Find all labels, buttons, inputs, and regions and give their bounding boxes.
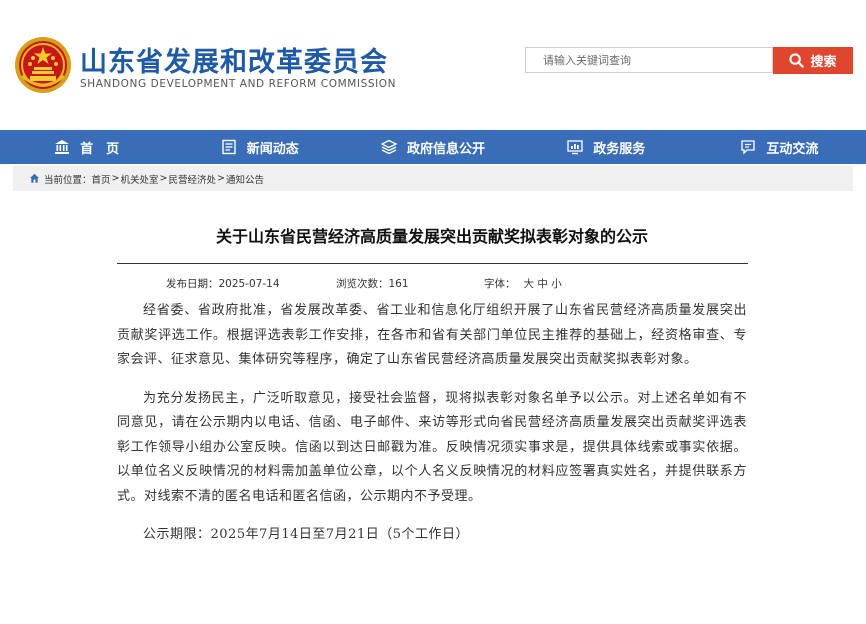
breadcrumb-item-offices[interactable]: 机关处室 — [121, 172, 159, 186]
view-count: 浏览次数：161 — [336, 276, 409, 291]
site-title: 山东省发展和改革委员会 — [80, 47, 388, 78]
breadcrumb-separator: > — [217, 173, 225, 184]
main-nav: 首 页 新闻动态 政府信息公开 政务服务 互动交流 — [0, 130, 866, 164]
article-paragraph: 为充分发扬民主，广泛听取意见，接受社会监督，现将拟表彰对象名单予以公示。对上述名… — [117, 390, 747, 504]
nav-item-interaction[interactable]: 互动交流 — [693, 130, 866, 164]
nav-item-services[interactable]: 政务服务 — [520, 130, 693, 164]
search-icon — [789, 53, 805, 68]
search-button-label: 搜索 — [810, 55, 837, 70]
font-size-control: 字体： 大 中 小 — [484, 276, 562, 291]
bank-icon — [55, 140, 70, 154]
nav-label: 政府信息公开 — [407, 141, 486, 157]
publish-date-label: 发布日期： — [166, 278, 219, 290]
font-size-label: 字体： — [484, 278, 516, 290]
publish-date: 发布日期：2025-07-14 — [166, 276, 280, 291]
title-divider — [117, 263, 748, 264]
nav-label: 首 页 — [80, 141, 120, 157]
breadcrumb-separator: > — [111, 173, 120, 184]
chat-icon — [741, 140, 756, 155]
nav-item-news[interactable]: 新闻动态 — [173, 130, 346, 164]
site-subtitle: SHANDONG DEVELOPMENT AND REFORM COMMISSI… — [80, 78, 397, 90]
search-button[interactable]: 搜索 — [773, 47, 853, 74]
font-size-small[interactable]: 小 — [551, 278, 562, 290]
breadcrumb-item-notices[interactable]: 通知公告 — [226, 172, 264, 186]
article-paragraph: 经省委、省政府批准，省发展改革委、省工业和信息化厅组织开展了山东省民营经济高质量… — [117, 303, 747, 367]
view-count-value: 161 — [388, 278, 409, 290]
breadcrumb-prefix: 当前位置： — [44, 174, 92, 186]
layers-icon — [381, 139, 397, 155]
site-header: 山东省发展和改革委员会 SHANDONG DEVELOPMENT AND REF… — [0, 0, 866, 130]
view-count-label: 浏览次数： — [336, 278, 389, 290]
breadcrumb-item-private-economy[interactable]: 民营经济处 — [168, 172, 216, 186]
search-input[interactable] — [525, 47, 773, 73]
publish-date-value: 2025-07-14 — [218, 278, 280, 290]
nav-label: 政务服务 — [593, 141, 646, 157]
article-body: 经省委、省政府批准，省发展改革委、省工业和信息化厅组织开展了山东省民营经济高质量… — [117, 299, 747, 562]
breadcrumb: 当前位置： 首页 > 机关处室 > 民营经济处 > 通知公告 — [13, 166, 853, 191]
nav-label: 新闻动态 — [246, 141, 299, 157]
article-title: 关于山东省民营经济高质量发展突出贡献奖拟表彰对象的公示 — [215, 227, 648, 246]
nav-label: 互动交流 — [766, 141, 819, 157]
breadcrumb-separator: > — [159, 173, 168, 184]
breadcrumb-item-home[interactable]: 首页 — [92, 172, 111, 186]
font-size-medium[interactable]: 中 — [537, 278, 548, 290]
home-icon — [29, 173, 40, 183]
nav-item-gov-info[interactable]: 政府信息公开 — [346, 130, 519, 164]
monitor-chart-icon — [567, 140, 583, 155]
font-size-large[interactable]: 大 — [524, 278, 535, 290]
national-emblem-icon — [15, 37, 71, 93]
news-icon — [222, 139, 236, 155]
nav-item-home[interactable]: 首 页 — [0, 130, 173, 164]
notice-period: 公示期限：2025年7月14日至7月21日（5个工作日） — [143, 527, 469, 542]
